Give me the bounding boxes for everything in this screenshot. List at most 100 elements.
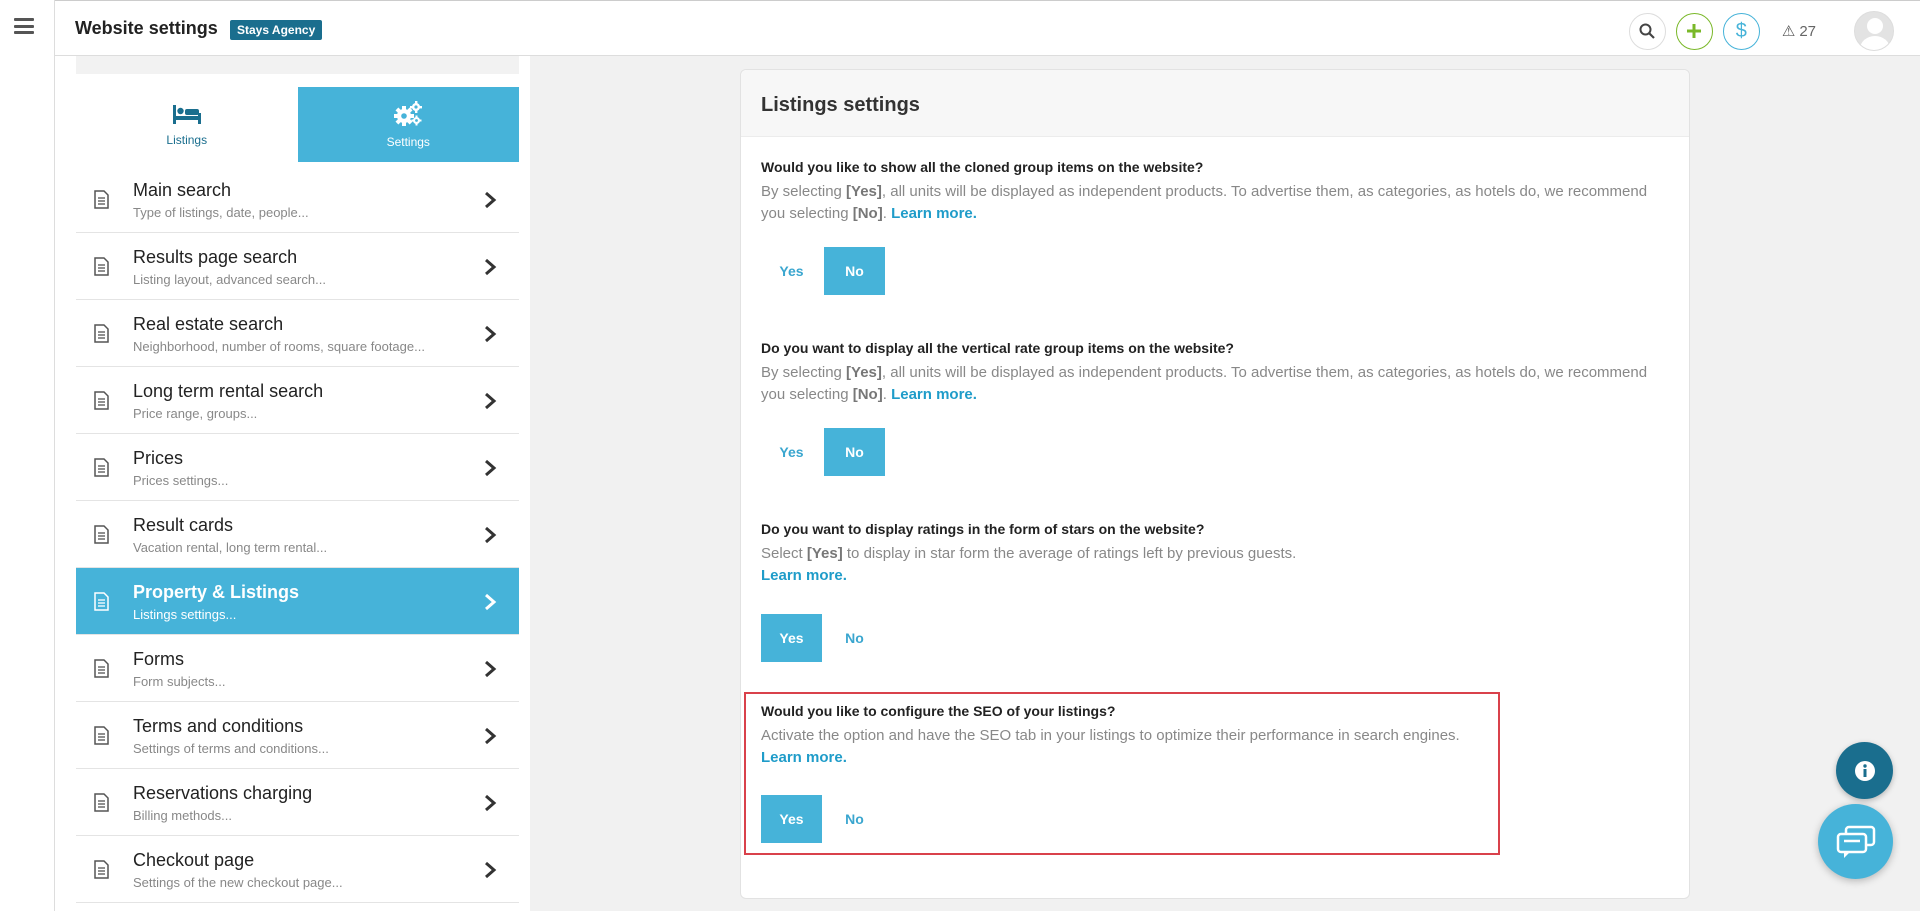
menu-item-reservations-charging[interactable]: Reservations charging Billing methods... bbox=[76, 769, 519, 836]
menu-item-title: Long term rental search bbox=[133, 381, 324, 401]
menu-item-subtitle: Billing methods... bbox=[133, 808, 232, 823]
question-title: Do you want to display ratings in the fo… bbox=[761, 521, 1205, 537]
agency-badge: Stays Agency bbox=[230, 20, 323, 40]
document-icon bbox=[94, 726, 109, 745]
info-button[interactable] bbox=[1836, 742, 1893, 799]
menu-item-subtitle: Type of listings, date, people... bbox=[133, 205, 309, 220]
top-actions: $ ⚠ 27 bbox=[1619, 11, 1894, 51]
tab-settings-label: Settings bbox=[386, 134, 430, 149]
question-description: By selecting [Yes], all units will be di… bbox=[761, 364, 1648, 403]
question-cloned-items: Would you like to show all the cloned gr… bbox=[761, 159, 1671, 225]
menu-item-title: Results page search bbox=[133, 247, 298, 267]
chevron-right-icon bbox=[485, 191, 497, 209]
info-icon bbox=[1854, 760, 1875, 781]
tab-settings[interactable]: Settings bbox=[297, 87, 519, 162]
panel-strip bbox=[76, 56, 519, 74]
menu-item-results-page-search[interactable]: Results page search Listing layout, advan… bbox=[76, 233, 519, 300]
search-button[interactable] bbox=[1628, 12, 1666, 50]
menu-item-checkout-page[interactable]: Checkout page Settings of the new checkou… bbox=[76, 836, 519, 903]
menu-item-prices[interactable]: Prices Prices settings... bbox=[76, 434, 519, 501]
document-icon bbox=[94, 391, 109, 410]
hamburger-menu-icon[interactable] bbox=[14, 18, 34, 34]
chevron-right-icon bbox=[485, 861, 497, 879]
page-title: Website settings bbox=[75, 18, 218, 38]
section-toggle: Listings Settings bbox=[76, 87, 519, 162]
search-icon bbox=[1639, 23, 1656, 39]
no-button[interactable]: No bbox=[824, 428, 885, 476]
chevron-right-icon bbox=[485, 459, 497, 477]
settings-menu: Main search Type of listings, date, peopl… bbox=[76, 166, 519, 903]
document-icon bbox=[94, 793, 109, 812]
learn-more-link[interactable]: Learn more. bbox=[891, 205, 977, 222]
chevron-right-icon bbox=[485, 392, 497, 410]
question-star-ratings: Do you want to display ratings in the fo… bbox=[761, 521, 1671, 587]
tab-listings-label: Listings bbox=[166, 132, 208, 147]
bed-icon bbox=[172, 104, 201, 124]
gears-icon bbox=[394, 100, 423, 126]
menu-item-title: Real estate search bbox=[133, 314, 284, 334]
menu-item-subtitle: Settings of terms and conditions... bbox=[133, 741, 329, 756]
menu-item-result-cards[interactable]: Result cards Vacation rental, long term r… bbox=[76, 501, 519, 568]
no-button[interactable]: No bbox=[824, 614, 885, 662]
menu-item-title: Property & Listings bbox=[133, 582, 300, 602]
chevron-right-icon bbox=[485, 258, 497, 276]
billing-button[interactable]: $ bbox=[1722, 12, 1760, 50]
menu-item-subtitle: Neighborhood, number of rooms, square fo… bbox=[133, 339, 425, 354]
warning-icon: ⚠ bbox=[1781, 23, 1796, 40]
chat-icon bbox=[1836, 825, 1875, 858]
star-ratings-toggle: Yes No bbox=[761, 614, 885, 662]
plus-icon bbox=[1687, 24, 1702, 38]
question-description: Select [Yes] to display in star form the… bbox=[761, 545, 1297, 584]
learn-more-link[interactable]: Learn more. bbox=[891, 386, 977, 403]
menu-item-property-and-listings[interactable]: Property & Listings Listings settings... bbox=[76, 568, 519, 635]
menu-item-subtitle: Listings settings... bbox=[133, 607, 237, 622]
menu-item-subtitle: Listing layout, advanced search... bbox=[133, 272, 326, 287]
settings-sidebar: Listings Settings Main search Type of li… bbox=[55, 56, 530, 911]
document-icon bbox=[94, 458, 109, 477]
question-title: Would you like to show all the cloned gr… bbox=[761, 159, 1204, 175]
menu-item-subtitle: Vacation rental, long term rental... bbox=[133, 540, 328, 555]
menu-item-subtitle: Settings of the new checkout page... bbox=[133, 875, 343, 890]
learn-more-link[interactable]: Learn more. bbox=[761, 567, 847, 584]
chevron-right-icon bbox=[485, 794, 497, 812]
dollar-icon: $ bbox=[1735, 19, 1747, 42]
yes-button[interactable]: Yes bbox=[761, 428, 822, 476]
yes-button[interactable]: Yes bbox=[761, 614, 822, 662]
alerts-button[interactable]: ⚠ 27 bbox=[1781, 22, 1816, 41]
seo-highlight-box bbox=[744, 692, 1500, 855]
menu-item-subtitle: Price range, groups... bbox=[133, 406, 258, 421]
menu-item-main-search[interactable]: Main search Type of listings, date, peopl… bbox=[76, 166, 519, 233]
menu-item-terms-and-conditions[interactable]: Terms and conditions Settings of terms an… bbox=[76, 702, 519, 769]
left-rail bbox=[0, 0, 55, 911]
document-icon bbox=[94, 525, 109, 544]
menu-item-title: Result cards bbox=[133, 515, 234, 535]
add-button[interactable] bbox=[1675, 12, 1713, 50]
chevron-right-icon bbox=[485, 526, 497, 544]
menu-item-title: Terms and conditions bbox=[133, 716, 304, 736]
avatar[interactable] bbox=[1854, 11, 1894, 51]
no-button[interactable]: No bbox=[824, 247, 885, 295]
menu-item-forms[interactable]: Forms Form subjects... bbox=[76, 635, 519, 702]
question-vertical-rate-items: Do you want to display all the vertical … bbox=[761, 340, 1671, 406]
menu-item-title: Checkout page bbox=[133, 850, 255, 870]
menu-item-subtitle: Prices settings... bbox=[133, 473, 229, 488]
vertical-rate-toggle: Yes No bbox=[761, 428, 885, 476]
menu-item-title: Reservations charging bbox=[133, 783, 313, 803]
chevron-right-icon bbox=[485, 660, 497, 678]
yes-button[interactable]: Yes bbox=[761, 247, 822, 295]
menu-item-title: Forms bbox=[133, 649, 184, 669]
document-icon bbox=[94, 659, 109, 678]
menu-item-subtitle: Form subjects... bbox=[133, 674, 226, 689]
chevron-right-icon bbox=[485, 727, 497, 745]
menu-item-long-term-rental-search[interactable]: Long term rental search Price range, grou… bbox=[76, 367, 519, 434]
alerts-count: 27 bbox=[1799, 22, 1816, 40]
cloned-items-toggle: Yes No bbox=[761, 247, 885, 295]
chevron-right-icon bbox=[485, 325, 497, 343]
document-icon bbox=[94, 257, 109, 276]
question-title: Do you want to display all the vertical … bbox=[761, 340, 1234, 356]
document-icon bbox=[94, 592, 109, 611]
tab-listings[interactable]: Listings bbox=[76, 87, 298, 162]
document-icon bbox=[94, 860, 109, 879]
menu-item-real-estate-search[interactable]: Real estate search Neighborhood, number o… bbox=[76, 300, 519, 367]
chat-button[interactable] bbox=[1818, 804, 1893, 879]
